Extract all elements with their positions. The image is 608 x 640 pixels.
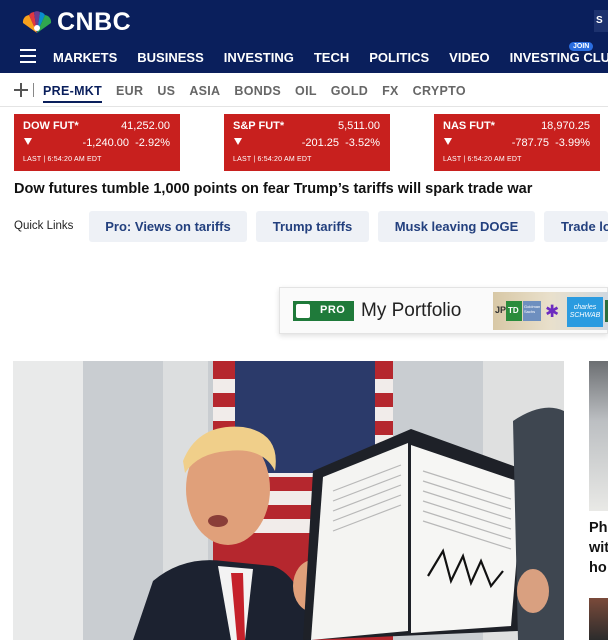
add-icon[interactable]: [14, 83, 28, 97]
quick-link-pro-tariffs[interactable]: Pro: Views on tariffs: [89, 211, 247, 242]
quote-card-nas[interactable]: NAS FUT* 18,970.25 -787.75 -3.99% LAST |…: [434, 114, 600, 171]
quick-link-trade[interactable]: Trade lo: [544, 211, 608, 242]
pro-portfolio-title: My Portfolio: [361, 300, 462, 321]
cnbc-logo[interactable]: CNBC: [20, 8, 131, 37]
market-tabs-bar: PRE-MKT EUR US ASIA BONDS OIL GOLD FX CR…: [0, 73, 608, 107]
down-arrow-icon: [444, 138, 452, 145]
quick-link-trump-tariffs[interactable]: Trump tariffs: [256, 211, 369, 242]
asterisk-logo-icon: ✱: [545, 302, 560, 321]
top-headline-link[interactable]: Dow futures tumble 1,000 points on fear …: [14, 181, 532, 197]
down-arrow-icon: [24, 138, 32, 145]
jp-morgan-logo: JP: [495, 305, 507, 315]
tab-bonds[interactable]: BONDS: [234, 84, 281, 103]
main-nav: MARKETS BUSINESS INVESTING TECH POLITICS…: [53, 50, 608, 65]
quick-links-label: Quick Links: [14, 220, 74, 232]
nav-business[interactable]: BUSINESS: [137, 50, 203, 65]
nav-tech[interactable]: TECH: [314, 50, 349, 65]
market-tabs: PRE-MKT EUR US ASIA BONDS OIL GOLD FX CR…: [43, 84, 480, 103]
tab-us[interactable]: US: [157, 84, 175, 103]
nav-markets[interactable]: MARKETS: [53, 50, 117, 65]
quote-last-updated: LAST | 6:54:20 AM EDT: [23, 156, 102, 163]
quote-price: 41,252.00: [121, 120, 170, 132]
hero-photo-illustration: [13, 361, 564, 640]
nav-video[interactable]: VIDEO: [449, 50, 489, 65]
divider: [33, 83, 34, 97]
cnbc-homepage: CNBC S MARKETS BUSINESS INVESTING TECH P…: [0, 0, 608, 640]
menu-icon[interactable]: [20, 49, 36, 63]
tab-oil[interactable]: OIL: [295, 84, 317, 103]
quote-name: DOW FUT*: [23, 120, 79, 132]
nav-politics[interactable]: POLITICS: [369, 50, 429, 65]
tab-fx[interactable]: FX: [382, 84, 399, 103]
tab-pre-mkt[interactable]: PRE-MKT: [43, 84, 103, 103]
quote-price: 5,511.00: [337, 120, 380, 132]
goldman-sachs-logo: Goldman Sachs: [523, 301, 541, 321]
join-badge[interactable]: JOIN: [569, 42, 594, 51]
peacock-icon: [22, 10, 52, 33]
quote-card-dow[interactable]: DOW FUT* 41,252.00 -1,240.00 -2.92% LAST…: [14, 114, 180, 171]
pro-portfolio-banner[interactable]: PRO My Portfolio JP TD Goldman Sachs ✱ c…: [279, 287, 608, 334]
nav-investing-club[interactable]: INVESTING CLUB: [510, 50, 608, 65]
td-logo: TD: [506, 301, 522, 321]
quote-change: -201.25 -3.52%: [301, 137, 380, 149]
peacock-icon: [296, 304, 310, 318]
quote-name: S&P FUT*: [233, 120, 285, 132]
quote-change: -787.75 -3.99%: [511, 137, 590, 149]
quote-last-updated: LAST | 6:54:20 AM EDT: [443, 156, 522, 163]
sign-in-button[interactable]: S: [594, 10, 608, 32]
site-header: CNBC S MARKETS BUSINESS INVESTING TECH P…: [0, 0, 608, 73]
schwab-logo: charles SCHWAB: [567, 297, 603, 327]
brand-logos-strip: JP TD Goldman Sachs ✱ charles SCHWAB: [493, 292, 608, 330]
quote-price: 18,970.25: [541, 120, 590, 132]
pro-badge: PRO: [293, 301, 354, 321]
quick-link-musk-doge[interactable]: Musk leaving DOGE: [378, 211, 535, 242]
quote-name: NAS FUT*: [443, 120, 495, 132]
hero-image[interactable]: [13, 361, 564, 640]
tab-gold[interactable]: GOLD: [331, 84, 368, 103]
side-story-headline[interactable]: Ph wit ho: [589, 518, 608, 578]
side-story-image[interactable]: [589, 361, 608, 511]
quote-last-updated: LAST | 6:54:20 AM EDT: [233, 156, 312, 163]
logo-text: CNBC: [57, 8, 132, 36]
tab-asia[interactable]: ASIA: [189, 84, 220, 103]
side-story-image-2[interactable]: [589, 598, 608, 640]
quote-card-sp[interactable]: S&P FUT* 5,511.00 -201.25 -3.52% LAST | …: [224, 114, 390, 171]
tab-crypto[interactable]: CRYPTO: [413, 84, 466, 103]
quote-change: -1,240.00 -2.92%: [82, 137, 170, 149]
nav-investing[interactable]: INVESTING: [224, 50, 294, 65]
down-arrow-icon: [234, 138, 242, 145]
tab-eur[interactable]: EUR: [116, 84, 143, 103]
